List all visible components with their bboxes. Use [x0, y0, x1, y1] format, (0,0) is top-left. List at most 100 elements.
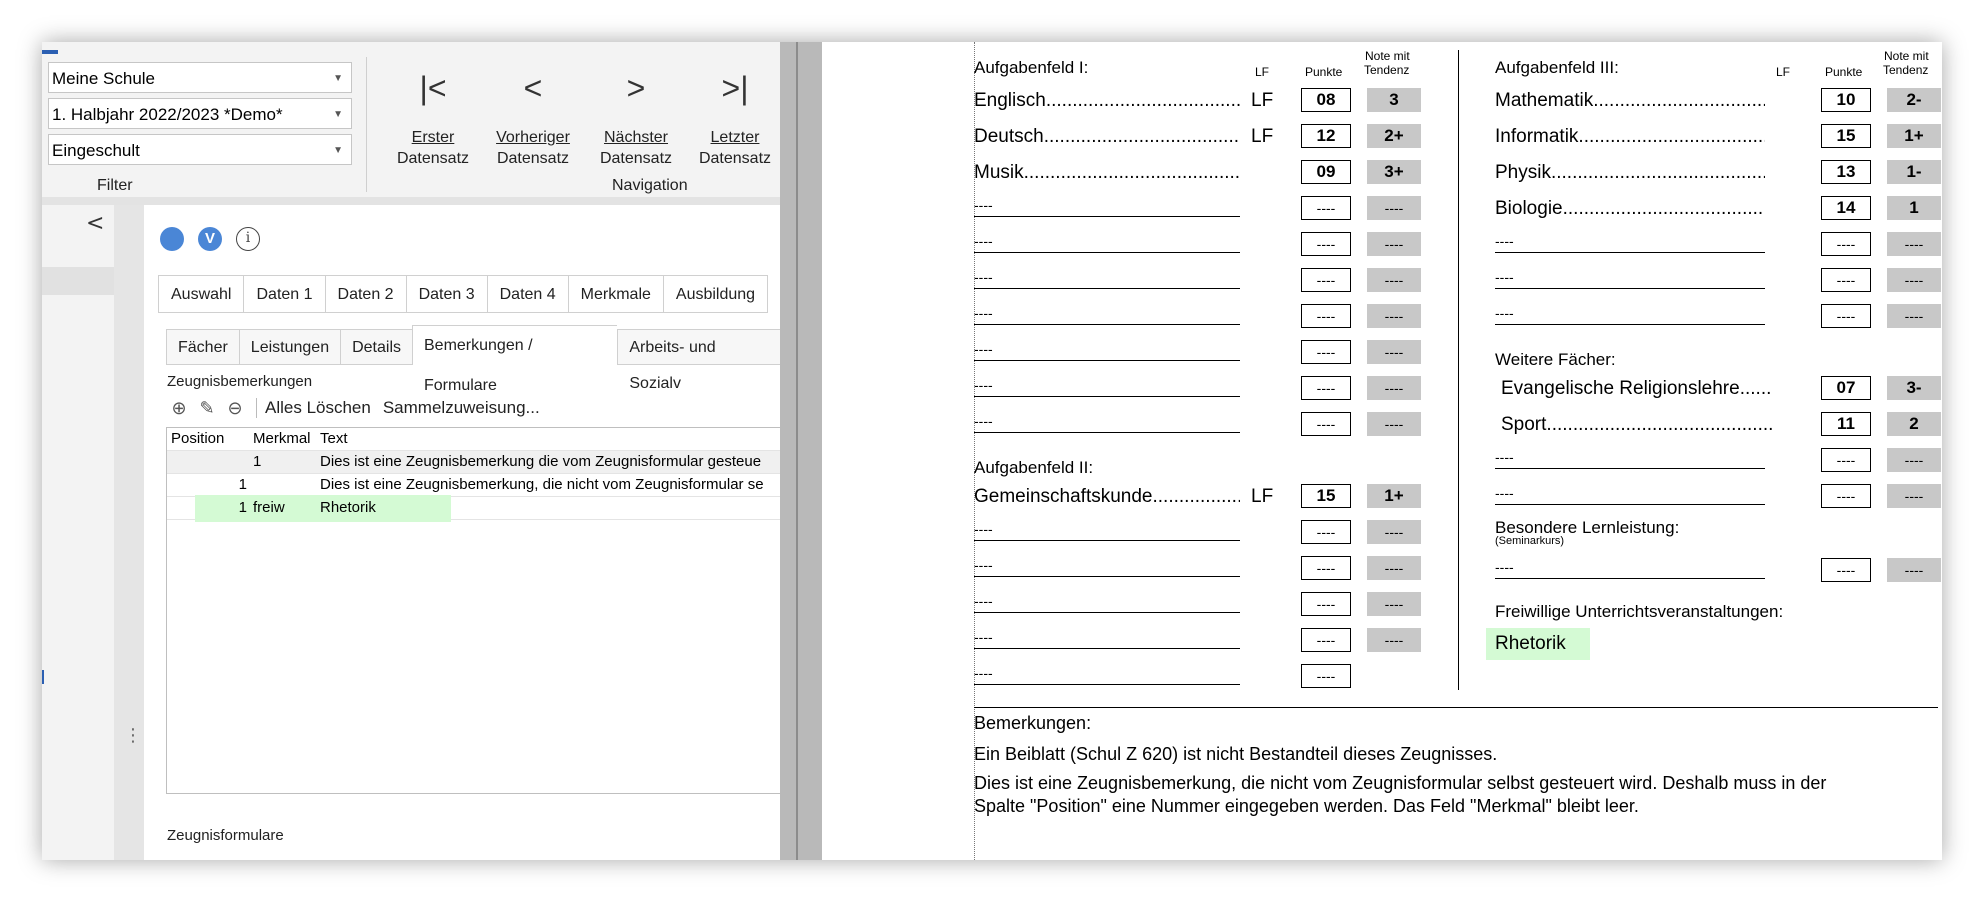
subject-physik-grade: 1-: [1887, 160, 1941, 184]
v-badge-icon[interactable]: V: [198, 227, 222, 251]
field2-title: Aufgabenfeld II:: [974, 458, 1094, 477]
empty-subject-line: ----: [974, 338, 1240, 361]
subject-englisch-points: 08: [1301, 88, 1351, 112]
next-record-button[interactable]: > Nächster Datensatz: [591, 67, 681, 169]
remarks-section-title: Zeugnisbemerkungen: [167, 373, 313, 390]
first-record-label-line1: Erster: [411, 129, 455, 146]
status-dropdown[interactable]: Eingeschult ▼: [48, 134, 352, 165]
empty-points-box: ----: [1301, 232, 1351, 256]
school-dropdown[interactable]: Meine Schule ▼: [48, 62, 352, 93]
empty-points-box: ----: [1301, 520, 1351, 544]
filter-group-label: Filter: [97, 177, 133, 194]
col-lf-header: LF: [1255, 65, 1270, 79]
tab-merkmale[interactable]: Merkmale: [567, 275, 663, 313]
last-record-icon: >|: [721, 70, 749, 106]
next-record-label-line1: Nächster: [603, 129, 669, 146]
empty-subject-line: ----: [974, 626, 1240, 649]
pane-splitter[interactable]: ⋮: [114, 205, 144, 860]
sidebar-selected-item[interactable]: [42, 267, 114, 295]
empty-grade-box: ----: [1887, 232, 1941, 256]
tab-daten-4[interactable]: Daten 4: [486, 275, 568, 313]
cell-merkmal: freiw: [253, 499, 285, 516]
empty-subject-line: ----: [974, 410, 1240, 433]
tab-arbeits-sozialverhalten[interactable]: Arbeits- und Sozialv: [617, 329, 780, 392]
empty-grade-box: ----: [1367, 556, 1421, 580]
field3-title: Aufgabenfeld III:: [1495, 58, 1619, 77]
empty-subject-line: ----: [974, 194, 1240, 217]
subject-deutsch-grade: 2+: [1367, 124, 1421, 148]
table-row[interactable]: 1 Dies ist eine Zeugnisbemerkung, die ni…: [167, 474, 787, 497]
remarks-line-1: Ein Beiblatt (Schul Z 620) ist nicht Bes…: [974, 744, 1498, 764]
empty-grade-box: ----: [1367, 628, 1421, 652]
next-record-icon: >: [626, 70, 646, 106]
column-divider: [1458, 50, 1459, 690]
empty-points-box: ----: [1301, 304, 1351, 328]
empty-grade-box: ----: [1367, 268, 1421, 292]
subject-musik-points: 09: [1301, 160, 1351, 184]
add-icon[interactable]: ⊕: [168, 397, 190, 419]
drag-handle-icon: ⋮: [124, 725, 142, 746]
empty-points-box: ----: [1301, 628, 1351, 652]
status-circle-icon[interactable]: [160, 227, 184, 251]
col-grade-header-2: Tendenz: [1364, 63, 1410, 77]
last-record-button[interactable]: >| Letzter Datensatz: [690, 67, 780, 169]
empty-subject-line: ----: [974, 662, 1240, 685]
col-points-header-right: Punkte: [1825, 65, 1863, 79]
content-area: V i Auswahl Daten 1 Daten 2 Daten 3 Date…: [144, 205, 787, 860]
empty-grade-box: ----: [1887, 448, 1941, 472]
sidebar-marker: [42, 670, 44, 684]
left-pane: Meine Schule ▼ 1. Halbjahr 2022/2023 *De…: [42, 42, 787, 860]
subject-mathematik-points: 10: [1821, 88, 1871, 112]
column-header-text[interactable]: Text: [320, 428, 348, 450]
subject-biologie-points: 14: [1821, 196, 1871, 220]
school-dropdown-value: Meine Schule: [52, 69, 156, 88]
empty-grade-box: ----: [1367, 592, 1421, 616]
empty-subject-line: ----: [974, 590, 1240, 613]
edit-pencil-icon[interactable]: ✎: [196, 397, 218, 419]
tab-leistungen[interactable]: Leistungen: [238, 329, 341, 365]
empty-points-box: ----: [1821, 232, 1871, 256]
tab-details[interactable]: Details: [340, 329, 412, 365]
first-record-icon: |<: [419, 70, 447, 106]
info-icon[interactable]: i: [236, 227, 260, 251]
cell-text: Rhetorik: [320, 499, 376, 516]
empty-grade-box: ----: [1887, 558, 1941, 582]
tab-auswahl[interactable]: Auswahl: [158, 275, 244, 313]
empty-grade-box: ----: [1367, 232, 1421, 256]
column-header-merkmal[interactable]: Merkmal: [253, 428, 311, 450]
remove-icon[interactable]: ⊖: [224, 397, 246, 419]
last-record-label-line2: Datensatz: [698, 150, 772, 167]
term-dropdown[interactable]: 1. Halbjahr 2022/2023 *Demo* ▼: [48, 98, 352, 129]
empty-grade-box: ----: [1887, 304, 1941, 328]
empty-points-box: ----: [1821, 448, 1871, 472]
empty-grade-box: ----: [1367, 412, 1421, 436]
subject-deutsch-lf: LF: [1251, 126, 1274, 147]
collapse-sidebar-button[interactable]: <: [86, 211, 104, 236]
tab-daten-2[interactable]: Daten 2: [324, 275, 406, 313]
table-row[interactable]: 1 Dies ist eine Zeugnisbemerkung die vom…: [167, 451, 787, 474]
previous-record-label-line2: Datensatz: [496, 150, 570, 167]
subject-englisch: Englisch................................…: [974, 90, 1240, 111]
subject-informatik-points: 15: [1821, 124, 1871, 148]
previous-record-button[interactable]: < Vorheriger Datensatz: [488, 67, 578, 169]
tab-ausbildung[interactable]: Ausbildung: [662, 275, 769, 313]
tab-faecher[interactable]: Fächer: [166, 329, 239, 365]
empty-subject-line: ----: [974, 554, 1240, 577]
subject-informatik: Informatik..............................…: [1495, 126, 1765, 147]
report-splitter[interactable]: [780, 42, 822, 860]
tab-bemerkungen-formulare[interactable]: Bemerkungen / Formulare: [412, 325, 618, 394]
remarks-line-2: Dies ist eine Zeugnisbemerkung, die nich…: [974, 773, 1827, 793]
tab-daten-1[interactable]: Daten 1: [243, 275, 325, 313]
table-row[interactable]: 1 freiw Rhetorik: [167, 495, 787, 522]
cell-position: 1: [238, 476, 247, 493]
col-grade-header-right-2: Tendenz: [1883, 63, 1929, 77]
empty-points-box: ----: [1301, 268, 1351, 292]
first-record-button[interactable]: |< Erster Datensatz: [388, 67, 478, 169]
special-achievement-subtitle: (Seminarkurs): [1495, 535, 1565, 547]
tab-daten-3[interactable]: Daten 3: [405, 275, 487, 313]
empty-points-box: ----: [1301, 376, 1351, 400]
accent-mark: [42, 50, 58, 54]
bulk-assign-button[interactable]: Sammelzuweisung...: [383, 398, 540, 418]
delete-all-button[interactable]: Alles Löschen: [265, 398, 371, 418]
column-header-position[interactable]: Position: [171, 428, 224, 450]
